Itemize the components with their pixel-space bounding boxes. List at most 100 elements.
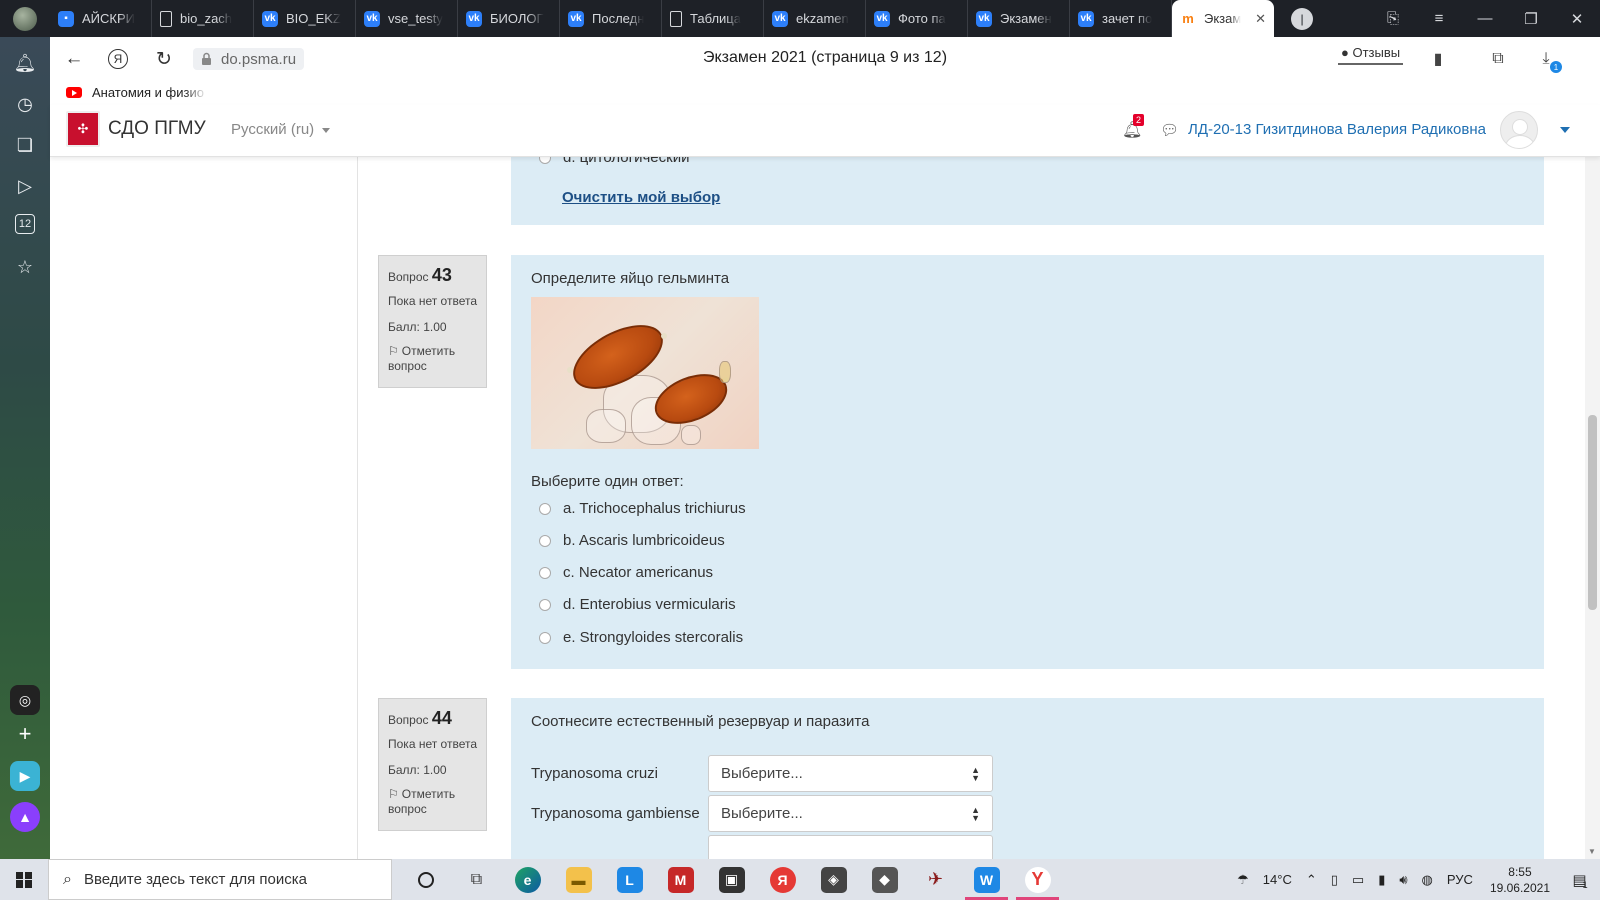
history-icon[interactable]: ◷ [13, 92, 37, 116]
user-avatar[interactable] [1500, 111, 1538, 149]
star-icon[interactable]: ☆ [13, 255, 37, 279]
site-name[interactable]: СДО ПГМУ [108, 118, 206, 140]
tab-3[interactable]: vk BIO_EKZ [254, 0, 356, 37]
add-app-icon[interactable]: + [10, 719, 40, 749]
reviews-button[interactable]: ● Отзывы [1338, 45, 1404, 65]
alice-icon: | [1291, 7, 1313, 30]
answer-option-a[interactable]: a. Trichocephalus trichiurus [539, 500, 746, 517]
messages-icon[interactable]: 💬︎ [1160, 121, 1179, 139]
scroll-down-icon[interactable]: ▼ [1588, 847, 1596, 856]
tab-10[interactable]: vk Экзамен [968, 0, 1070, 37]
temperature[interactable]: 14°C [1263, 872, 1292, 887]
flag-icon: ⚐ [388, 786, 399, 801]
weather-icon[interactable]: ☂ [1237, 872, 1249, 888]
answer-option-d[interactable]: d. Enterobius vermicularis [539, 596, 736, 613]
cortana-icon[interactable] [400, 859, 451, 900]
tab-11[interactable]: vk зачет по [1070, 0, 1172, 37]
tab-9[interactable]: vk Фото па [866, 0, 968, 37]
store-icon[interactable]: ▣ [706, 859, 757, 900]
video-icon[interactable]: ▷ [13, 174, 37, 198]
vk-icon: vk [364, 10, 380, 27]
menu-icon[interactable]: ≡ [1416, 0, 1462, 37]
game-icon[interactable]: ◈ [808, 859, 859, 900]
language-menu[interactable]: Русский (ru) [231, 121, 330, 138]
minimize-icon[interactable]: — [1462, 0, 1508, 37]
radio-button[interactable] [539, 598, 551, 611]
tab-label: Последн [592, 11, 645, 26]
tab-8[interactable]: vk ekzamen [764, 0, 866, 37]
profile-avatar[interactable] [0, 0, 50, 37]
flag-icon: ⚐ [388, 343, 399, 358]
tab-label: Таблица [690, 11, 741, 26]
page-scrollbar[interactable]: ▲ ▼ [1585, 105, 1600, 859]
game-2-icon[interactable]: ◆ [859, 859, 910, 900]
input-language[interactable]: РУС [1447, 872, 1473, 887]
notification-center-icon[interactable]: ▤ 1 [1560, 870, 1600, 890]
tab-label: ekzamen [796, 11, 849, 26]
tab-4[interactable]: vk vse_testy [356, 0, 458, 37]
tab-1[interactable]: ▪ АЙСКРИ [50, 0, 152, 37]
answer-option-e[interactable]: e. Strongyloides stercoralis [539, 629, 743, 646]
tab-2[interactable]: bio_zach [152, 0, 254, 37]
assistant-app-icon[interactable]: ▲ [10, 802, 40, 832]
messenger-app-icon[interactable]: ▶ [10, 761, 40, 791]
yandex-app-icon[interactable]: Я [757, 859, 808, 900]
calendar-icon[interactable]: 12 [15, 214, 35, 234]
tabs-menu-icon[interactable]: ⎘ [1370, 0, 1416, 37]
tab-active[interactable]: m Экзам ✕ [1172, 0, 1274, 37]
bookmark-icon[interactable]: ▮ [1426, 47, 1450, 71]
answer-option-c[interactable]: c. Necator americanus [539, 564, 713, 581]
scroll-thumb[interactable] [1588, 415, 1597, 610]
network-icon[interactable]: ◍ [1422, 872, 1433, 888]
tray-expand-icon[interactable]: ⌃ [1306, 872, 1317, 888]
taskbar-search[interactable]: ⌕ Введите здесь текст для поиска [48, 859, 392, 900]
collections-icon[interactable]: ❏ [13, 133, 37, 157]
battery-icon[interactable]: ▭ [1352, 872, 1364, 888]
volume-icon[interactable]: 🔊︎ [1399, 872, 1407, 888]
word-icon[interactable]: W [961, 859, 1012, 900]
radio-button[interactable] [539, 534, 551, 547]
download-icon[interactable]: ⤓ 1 [1534, 47, 1562, 73]
yandex-browser-icon[interactable]: Y [1012, 859, 1063, 900]
match-select[interactable]: Выберите... ▲ ▼ [708, 795, 993, 832]
tab-7[interactable]: Таблица [662, 0, 764, 37]
tablet-icon[interactable]: ▯ [1331, 872, 1338, 888]
user-menu[interactable]: ЛД-20-13 Гизитдинова Валерия Радиковна [1188, 121, 1486, 138]
answer-option-b[interactable]: b. Ascaris lumbricoideus [539, 532, 725, 549]
radio-button[interactable] [539, 157, 551, 164]
l-app-icon[interactable]: L [604, 859, 655, 900]
start-button[interactable] [0, 859, 48, 900]
tab-5[interactable]: vk БИОЛОГ [458, 0, 560, 37]
close-window-icon[interactable]: ✕ [1554, 0, 1600, 37]
answer-option[interactable]: d. цитологический [539, 157, 689, 166]
plane-game-icon[interactable]: ✈ [910, 859, 961, 900]
close-tab-icon[interactable]: ✕ [1255, 11, 1266, 27]
clear-choice-link[interactable]: Очистить мой выбор [562, 189, 720, 206]
new-tab-button[interactable]: | [1274, 0, 1330, 37]
radio-button[interactable] [539, 566, 551, 579]
extensions-icon[interactable]: ⧉ [1486, 47, 1510, 71]
browser-tab-strip: ▪ АЙСКРИ bio_zach vk BIO_EKZ vk vse_testy v… [0, 0, 1600, 37]
radio-button[interactable] [539, 631, 551, 644]
edge-icon[interactable]: e [502, 859, 553, 900]
alice-app-icon[interactable]: ◎ [10, 685, 40, 715]
tab-6[interactable]: vk Последн [560, 0, 662, 37]
bookmark-item[interactable]: Анатомия и физио [66, 85, 207, 100]
question-state: Пока нет ответа [388, 736, 478, 751]
mcafee-icon[interactable]: M [655, 859, 706, 900]
flag-question-button[interactable]: ⚐ Отметить вопрос [388, 344, 477, 374]
match-row: Trypanosoma gambiense Выберите... ▲ ▼ [531, 795, 993, 832]
usb-icon[interactable]: ▮ [1378, 872, 1385, 888]
clock[interactable]: 8:55 19.06.2021 [1490, 864, 1550, 896]
site-logo[interactable]: ✣ [66, 111, 100, 147]
bell-icon[interactable]: 🔔︎ [13, 51, 37, 75]
user-menu-caret-icon[interactable] [1560, 127, 1570, 133]
radio-button[interactable] [539, 502, 551, 515]
restore-icon[interactable]: ❐ [1508, 0, 1554, 37]
match-select[interactable] [708, 835, 993, 859]
task-view-icon[interactable]: ⧉ [451, 859, 502, 900]
tab-label: Экзам [1204, 11, 1242, 26]
flag-question-button[interactable]: ⚐ Отметить вопрос [388, 787, 477, 817]
match-select[interactable]: Выберите... ▲ ▼ [708, 755, 993, 792]
file-explorer-icon[interactable]: ▬ [553, 859, 604, 900]
